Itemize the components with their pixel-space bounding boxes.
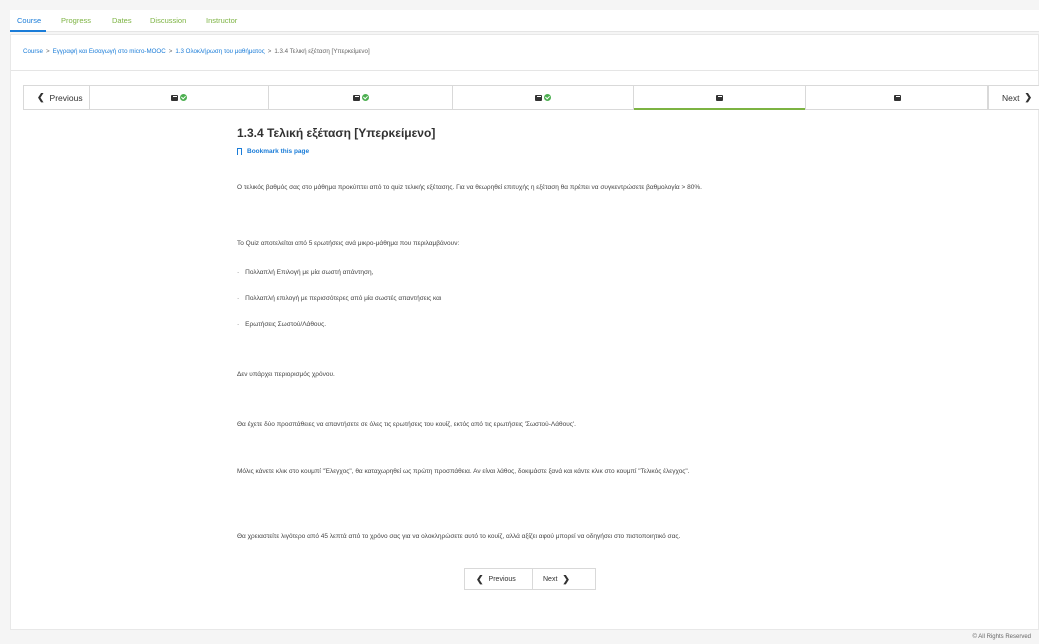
- sequence-unit-1[interactable]: [90, 86, 269, 109]
- breadcrumb-section[interactable]: Εγγραφή και Εισαγωγή στο micro-MOOC: [53, 48, 166, 55]
- book-icon: [171, 94, 178, 101]
- sequence-next-label: Next: [1002, 92, 1020, 103]
- tab-dates[interactable]: Dates: [112, 16, 132, 25]
- sequence-unit-4[interactable]: [634, 86, 806, 110]
- chevron-right-icon: ❯: [562, 573, 570, 584]
- list-item: · Πολλαπλή επιλογή με περισσότερες από μί…: [237, 293, 837, 305]
- list-item-text: Ερωτήσεις Σωστού/Λάθους.: [245, 321, 327, 328]
- paragraph: Δεν υπάρχει περιορισμός χρόνου.: [237, 371, 335, 378]
- paragraph: Ο τελικός βαθμός σας στο μάθημα προκύπτε…: [237, 184, 702, 191]
- bottom-previous-label: Previous: [488, 575, 516, 583]
- sequence-previous-button[interactable]: ❮ Previous: [24, 86, 90, 109]
- sequence-unit-2[interactable]: [269, 86, 453, 109]
- chevron-left-icon: ❮: [476, 573, 484, 584]
- chevron-right-icon: ❯: [1024, 92, 1033, 102]
- bottom-previous-button[interactable]: ❮ Previous: [465, 569, 533, 589]
- tab-progress[interactable]: Progress: [61, 16, 91, 25]
- book-icon: [893, 94, 901, 101]
- tab-discussion[interactable]: Discussion: [150, 16, 186, 25]
- divider: [11, 70, 1038, 71]
- active-tab-underline: [10, 30, 46, 32]
- bullet-icon: ·: [237, 269, 240, 276]
- breadcrumb-subsection[interactable]: 1.3 Ολοκλήρωση του μαθήματος: [175, 48, 264, 55]
- book-icon: [716, 94, 723, 101]
- bottom-next-label: Next: [543, 575, 558, 583]
- course-content-card: Course > Εγγραφή και Εισαγωγή στο micro-MO…: [10, 34, 1039, 630]
- sequence-navigation: ❮ Previous Next ❯: [23, 85, 1039, 110]
- tab-course[interactable]: Course: [17, 16, 41, 25]
- check-circle-icon: [544, 94, 551, 101]
- tab-instructor[interactable]: Instructor: [206, 16, 237, 25]
- breadcrumb: Course > Εγγραφή και Εισαγωγή στο micro-MO…: [23, 48, 370, 55]
- bookmark-icon: [237, 148, 242, 155]
- chevron-left-icon: ❮: [37, 92, 45, 102]
- sequence-next-button[interactable]: Next ❯: [987, 86, 1039, 109]
- breadcrumb-separator: >: [267, 48, 272, 55]
- bullet-icon: ·: [237, 295, 240, 302]
- sequence-unit-5[interactable]: [806, 86, 989, 109]
- paragraph: Μόλις κάνετε κλικ στο κουμπί "Έλεγχος", …: [237, 468, 690, 475]
- check-circle-icon: [361, 94, 369, 101]
- course-tabs: Course Progress Dates Discussion Instruc…: [10, 10, 1039, 32]
- book-icon: [352, 94, 360, 101]
- paragraph: Θα χρειαστείτε λιγότερο από 45 λεπτά από…: [237, 533, 681, 540]
- book-icon: [535, 94, 542, 101]
- bottom-navigation: ❮ Previous Next ❯: [464, 568, 596, 590]
- list-item: · Πολλαπλή Επιλογή με μία σωστή απάντηση,: [237, 267, 837, 279]
- breadcrumb-separator: >: [45, 48, 50, 55]
- check-circle-icon: [180, 94, 187, 101]
- breadcrumb-course[interactable]: Course: [23, 48, 43, 55]
- unit-title: 1.3.4 Τελική εξέταση [Υπερκείμενο]: [237, 126, 436, 140]
- bookmark-label: Bookmark this page: [247, 148, 310, 155]
- bullet-icon: ·: [237, 321, 240, 328]
- paragraph: Το Quiz αποτελείται από 5 ερωτήσεις ανά …: [237, 240, 460, 247]
- sequence-unit-3[interactable]: [453, 86, 634, 109]
- list-item: · Ερωτήσεις Σωστού/Λάθους.: [237, 319, 837, 331]
- list-item-text: Πολλαπλή Επιλογή με μία σωστή απάντηση,: [245, 269, 374, 276]
- bookmark-button[interactable]: Bookmark this page: [237, 148, 309, 155]
- breadcrumb-current: 1.3.4 Τελική εξέταση [Υπερκείμενο]: [274, 48, 370, 55]
- list-item-text: Πολλαπλή επιλογή με περισσότερες από μία…: [245, 295, 442, 302]
- breadcrumb-separator: >: [168, 48, 173, 55]
- sequence-previous-label: Previous: [49, 92, 83, 103]
- paragraph: Θα έχετε δύο προσπάθειες να απαντήσετε σ…: [237, 421, 576, 428]
- footer-copyright: © All Rights Reserved: [972, 634, 1031, 640]
- bottom-next-button[interactable]: Next ❯: [533, 569, 595, 589]
